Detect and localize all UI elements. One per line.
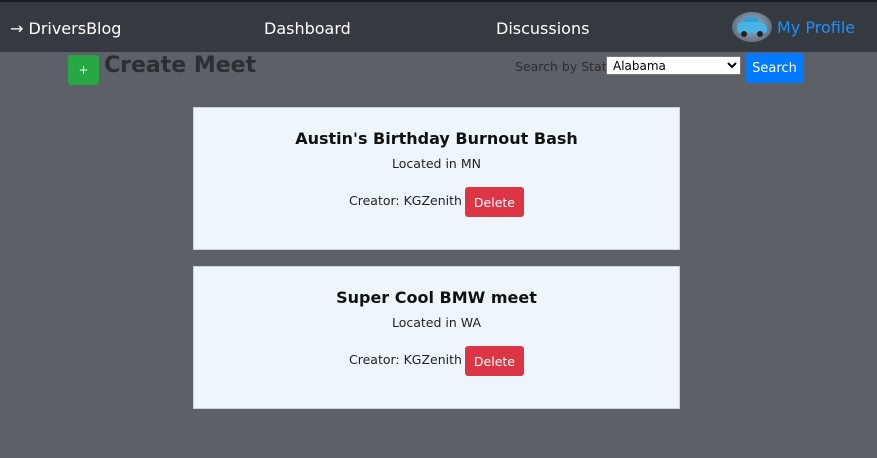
top-navbar: → DriversBlog Dashboard Discussions My P…: [0, 0, 877, 52]
delete-button[interactable]: Delete: [464, 187, 524, 217]
state-select[interactable]: Alabama: [606, 56, 741, 75]
delete-button[interactable]: Delete: [464, 346, 524, 376]
meet-creator: Creator: KGZenith: [349, 193, 462, 208]
page-title: Create Meet: [104, 53, 257, 78]
search-by-state-label: Search by State: [515, 59, 615, 74]
meet-location: Located in MN: [392, 156, 481, 171]
meet-card: Austin's Birthday Burnout Bash Located i…: [193, 107, 680, 250]
create-meet-button[interactable]: +: [68, 55, 99, 85]
meet-creator: Creator: KGZenith: [349, 352, 462, 367]
search-button[interactable]: Search: [745, 53, 804, 83]
nav-link-discussions[interactable]: Discussions: [496, 19, 589, 38]
car-avatar-icon: [732, 12, 772, 42]
profile-link[interactable]: My Profile: [732, 12, 855, 42]
nav-link-dashboard[interactable]: Dashboard: [264, 19, 351, 38]
brand-link[interactable]: → DriversBlog: [10, 19, 121, 38]
meet-card: Super Cool BMW meet Located in WA Creato…: [193, 266, 680, 409]
meet-location: Located in WA: [391, 315, 482, 330]
meet-creator-row: Creator: KGZenith Delete: [194, 187, 679, 217]
profile-label[interactable]: My Profile: [777, 18, 855, 37]
meet-title: Austin's Birthday Burnout Bash: [295, 129, 578, 148]
meet-title: Super Cool BMW meet: [336, 288, 537, 307]
meet-creator-row: Creator: KGZenith Delete: [194, 346, 679, 376]
